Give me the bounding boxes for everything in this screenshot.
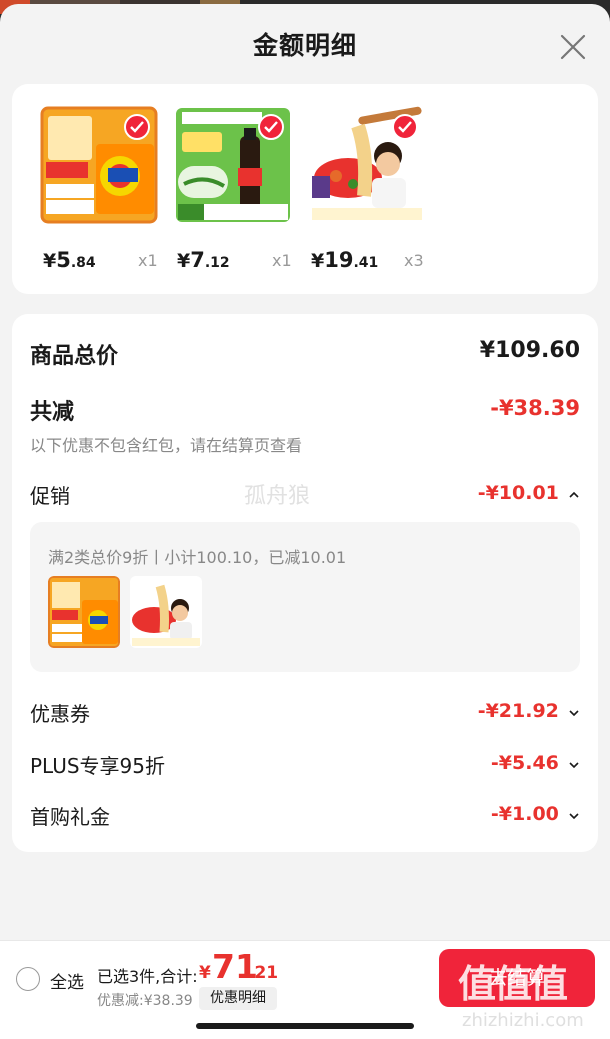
first-purchase-gift-label: 首购礼金 — [30, 805, 110, 829]
select-all-radio[interactable] — [16, 967, 40, 991]
product-image-noodles[interactable] — [308, 106, 426, 224]
promotion-toggle[interactable]: -¥10.01 — [478, 482, 580, 504]
product-price: ¥5.84 — [43, 248, 96, 272]
amount-detail-sheet: 金额明细 ¥5.84 x1 ¥7.12 x1 ¥19.41 x3 商品总价 ¥1… — [0, 4, 610, 1039]
total-amount-decimal: .21 — [248, 963, 279, 983]
product-quantity: x1 — [272, 251, 292, 270]
total-currency: ¥ — [199, 963, 211, 983]
total-price-value: ¥109.60 — [479, 338, 580, 363]
close-icon — [560, 34, 586, 60]
promotion-detail-text: 满2类总价9折丨小计100.10，已减10.01 — [48, 548, 347, 567]
promotion-item-tide[interactable] — [48, 576, 120, 648]
coupon-toggle[interactable]: -¥21.92 — [478, 700, 580, 722]
first-purchase-gift-value: -¥1.00 — [490, 803, 559, 825]
watermark-url: zhizhizhi.com — [462, 1010, 584, 1031]
sheet-title: 金额明细 — [252, 31, 357, 60]
total-price-label: 商品总价 — [30, 344, 119, 369]
coupon-label: 优惠券 — [30, 702, 90, 726]
watermark-text: 孤舟狼 — [244, 484, 311, 509]
selected-check-icon — [392, 114, 418, 140]
selected-check-icon — [258, 114, 284, 140]
promotion-detail-box: 满2类总价9折丨小计100.10，已减10.01 — [30, 522, 580, 672]
chevron-up-icon — [569, 491, 579, 498]
total-reduce-label: 共减 — [30, 400, 75, 425]
chevron-down-icon — [569, 761, 579, 768]
price-detail-card: 商品总价 ¥109.60 共减 -¥38.39 以下优惠不包含红包，请在结算页查… — [12, 314, 598, 852]
discount-note: 以下优惠不包含红包，请在结算页查看 — [30, 436, 303, 455]
discount-summary: 优惠减:¥38.39 — [97, 993, 193, 1009]
promotion-value: -¥10.01 — [477, 482, 559, 504]
product-price: ¥7.12 — [177, 248, 230, 272]
products-card — [12, 84, 598, 294]
selected-count-text: 已选3件,合计: — [97, 967, 198, 986]
product-quantity: x1 — [138, 251, 158, 270]
select-all-label[interactable]: 全选 — [50, 968, 84, 993]
promotion-label: 促销 — [30, 484, 70, 508]
plus-discount-label: PLUS专享95折 — [30, 754, 165, 778]
product-price: ¥19.41 — [311, 248, 379, 272]
chevron-down-icon — [569, 709, 579, 716]
plus-discount-toggle[interactable]: -¥5.46 — [491, 752, 580, 774]
discount-detail-button[interactable]: 优惠明细 — [199, 987, 277, 1010]
plus-discount-value: -¥5.46 — [490, 752, 559, 774]
total-reduce-value: -¥38.39 — [490, 396, 580, 420]
home-indicator — [196, 1023, 414, 1029]
selected-check-icon — [124, 114, 150, 140]
promotion-item-noodles[interactable] — [130, 576, 202, 648]
first-purchase-gift-toggle[interactable]: -¥1.00 — [491, 803, 580, 825]
product-image-tide[interactable] — [40, 106, 158, 224]
coupon-value: -¥21.92 — [477, 700, 559, 722]
product-image-maggi[interactable] — [174, 106, 292, 224]
chevron-down-icon — [569, 812, 579, 819]
close-button[interactable] — [556, 30, 590, 64]
watermark-logo: 值值值 — [458, 962, 568, 1006]
product-quantity: x3 — [404, 251, 424, 270]
